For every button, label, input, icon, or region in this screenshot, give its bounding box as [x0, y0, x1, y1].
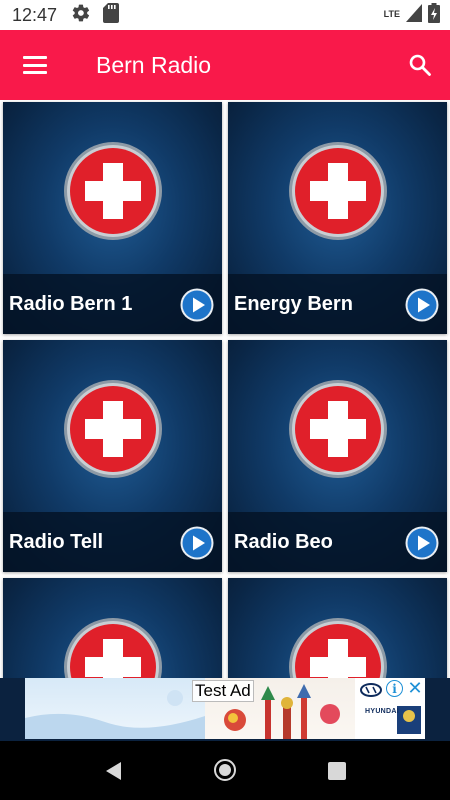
- home-icon[interactable]: [214, 759, 236, 781]
- sd-card-icon: [103, 2, 120, 28]
- app-bar: Bern Radio: [0, 30, 450, 100]
- play-icon[interactable]: [405, 288, 439, 322]
- play-icon[interactable]: [180, 526, 214, 560]
- nav-bar: [0, 741, 450, 800]
- ad-area: HYUNDAI Test Ad i ✕: [0, 678, 450, 741]
- station-card-energy-bern[interactable]: Energy Bern: [228, 102, 447, 334]
- swiss-flag-icon: [64, 380, 162, 478]
- status-time: 12:47: [12, 4, 58, 25]
- settings-gear-icon: [71, 3, 91, 28]
- back-icon[interactable]: [103, 760, 123, 787]
- app-title: Bern Radio: [96, 51, 212, 78]
- ad-image-left: [25, 678, 205, 739]
- swiss-flag-icon: [289, 618, 387, 678]
- info-icon[interactable]: i: [386, 680, 403, 697]
- status-icons-right: LTE: [383, 2, 440, 28]
- swiss-flag-icon: [64, 618, 162, 678]
- swiss-flag-icon: [289, 380, 387, 478]
- swiss-flag-icon: [289, 142, 387, 240]
- play-icon[interactable]: [180, 288, 214, 322]
- ad-brand: HYUNDAI: [365, 708, 399, 715]
- hamburger-menu-icon[interactable]: [0, 30, 70, 100]
- status-icons-left: [71, 2, 120, 28]
- station-name: Radio Tell: [9, 530, 104, 553]
- station-name: Radio Bern 1: [9, 292, 133, 315]
- station-card-radio-beo[interactable]: Radio Beo: [228, 340, 447, 572]
- search-icon[interactable]: [390, 30, 450, 100]
- status-bar: 12:47 LTE: [0, 0, 450, 30]
- signal-icon: [406, 3, 422, 27]
- station-card[interactable]: [228, 578, 447, 678]
- battery-icon: [428, 2, 440, 28]
- station-name: Energy Bern: [234, 292, 353, 315]
- station-card-radio-bern-1[interactable]: Radio Bern 1: [3, 102, 222, 334]
- network-type: LTE: [383, 8, 400, 19]
- screen: 12:47 LTE Bern Radio Radio Bern 1 Energy…: [0, 0, 450, 800]
- close-icon[interactable]: ✕: [406, 678, 424, 698]
- station-card-radio-tell[interactable]: Radio Tell: [3, 340, 222, 572]
- play-icon[interactable]: [405, 526, 439, 560]
- station-card[interactable]: [3, 578, 222, 678]
- swiss-flag-icon: [64, 142, 162, 240]
- ad-label: Test Ad: [192, 680, 254, 702]
- recents-icon[interactable]: [328, 762, 346, 780]
- station-grid: Radio Bern 1 Energy Bern Radio Tell Radi…: [0, 100, 450, 678]
- ad-banner[interactable]: HYUNDAI Test Ad i ✕: [25, 678, 425, 739]
- station-name: Radio Beo: [234, 530, 333, 553]
